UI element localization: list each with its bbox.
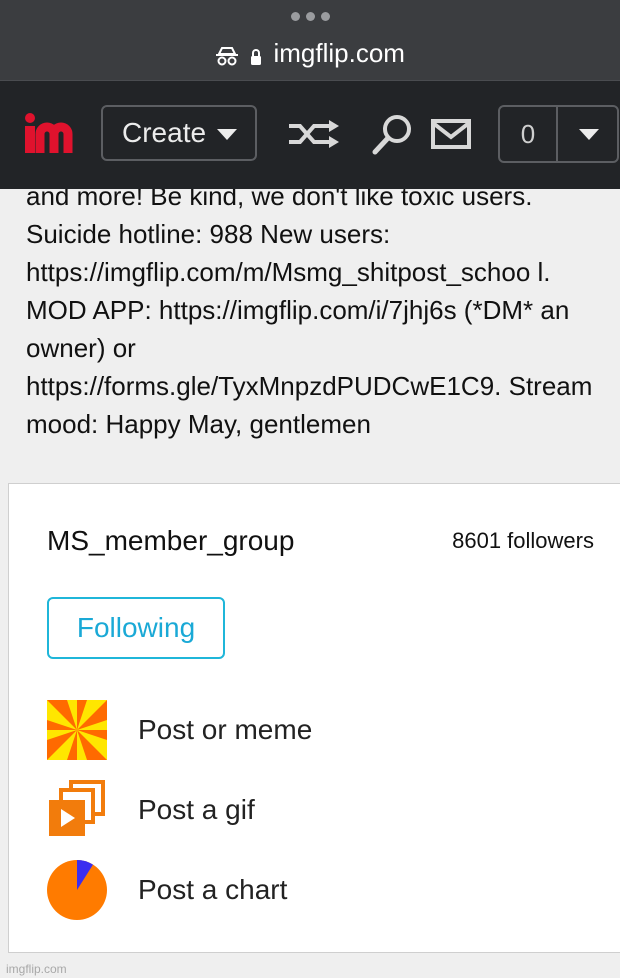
stream-description: and more! Be kind, we don't like toxic u…: [26, 189, 593, 439]
follower-count: 8601 followers: [452, 528, 594, 553]
browser-more-icon[interactable]: [0, 8, 620, 26]
mail-icon[interactable]: [431, 119, 471, 149]
stream-card: MS_member_group 8601 followers Following…: [8, 483, 620, 953]
browser-address[interactable]: imgflip.com: [0, 38, 620, 68]
chevron-down-icon[interactable]: [579, 129, 599, 140]
imgflip-watermark: imgflip.com: [6, 962, 67, 976]
create-button[interactable]: Create: [101, 105, 257, 161]
divider: [556, 107, 558, 161]
browser-url-bar: imgflip.com: [0, 0, 620, 80]
notifications-button[interactable]: 0: [498, 105, 619, 163]
action-label: Post a gif: [138, 794, 255, 825]
stream-name[interactable]: MS_member_group: [47, 525, 294, 557]
create-label: Create: [122, 117, 207, 148]
following-button[interactable]: Following: [47, 597, 225, 659]
meme-pinwheel-icon: [47, 700, 107, 760]
post-gif-action[interactable]: Post a gif: [47, 780, 607, 842]
description-viewport: and more! Be kind, we don't like toxic u…: [0, 189, 620, 469]
lock-icon: [251, 49, 262, 65]
imgflip-logo[interactable]: [24, 112, 80, 154]
url-text: imgflip.com: [273, 38, 405, 68]
shuffle-icon[interactable]: [287, 119, 341, 149]
post-chart-action[interactable]: Post a chart: [47, 860, 607, 922]
site-header: Create 0: [0, 80, 620, 189]
notification-count: 0: [520, 119, 536, 149]
chevron-down-icon: [217, 129, 237, 140]
search-icon[interactable]: [372, 113, 414, 155]
pie-chart-icon: [47, 860, 107, 920]
private-browsing-icon: [216, 47, 239, 66]
action-label: Post or meme: [138, 714, 313, 745]
gif-stack-icon: [49, 780, 105, 836]
action-label: Post a chart: [138, 874, 288, 905]
post-meme-action[interactable]: Post or meme: [47, 700, 607, 762]
